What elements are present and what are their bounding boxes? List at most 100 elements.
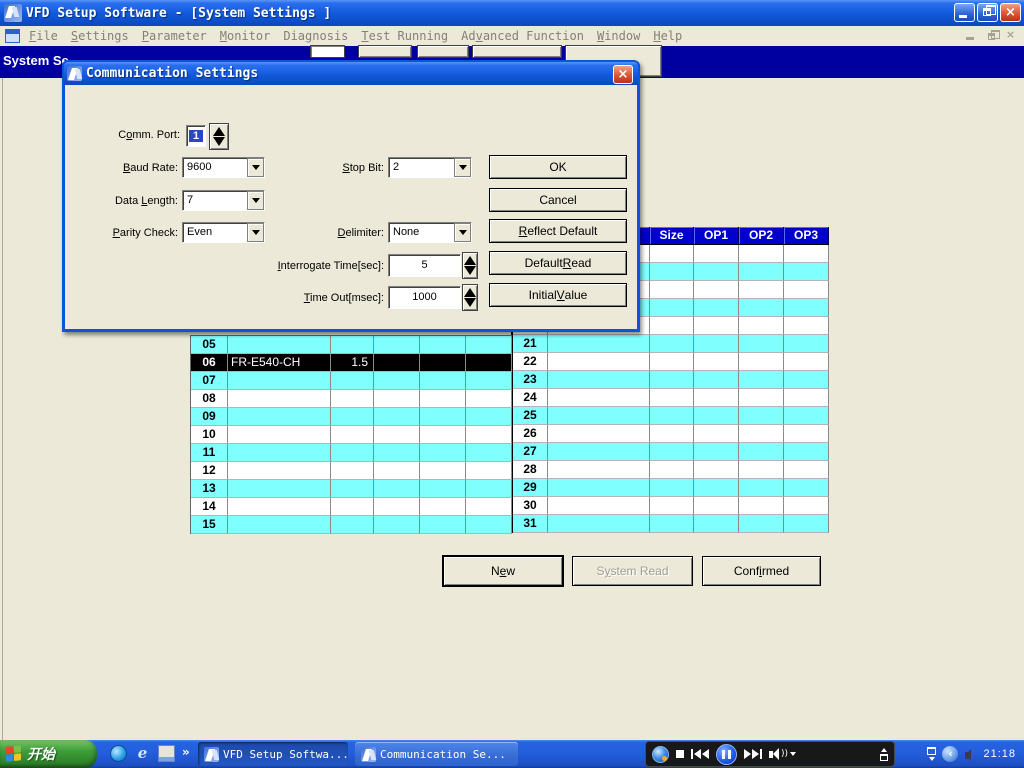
dialog-titlebar[interactable]: Communication Settings bbox=[64, 62, 638, 85]
op-cell[interactable] bbox=[694, 281, 739, 299]
op-cell[interactable] bbox=[739, 443, 784, 461]
size-cell[interactable]: 1.5 bbox=[331, 354, 374, 372]
column-header-op1[interactable]: OP1 bbox=[694, 227, 739, 244]
op-cell[interactable] bbox=[784, 245, 829, 263]
name-cell[interactable] bbox=[228, 462, 331, 480]
size-cell[interactable] bbox=[650, 335, 694, 353]
op-cell[interactable] bbox=[739, 425, 784, 443]
op-cell[interactable] bbox=[420, 516, 466, 534]
ok-button[interactable]: OK bbox=[489, 155, 627, 179]
deck-restore-icon[interactable] bbox=[880, 754, 888, 761]
baud-rate-drop-icon[interactable] bbox=[247, 158, 264, 177]
op-cell[interactable] bbox=[374, 372, 420, 390]
child-system-menu-icon[interactable] bbox=[5, 29, 20, 43]
data-length-drop-icon[interactable] bbox=[247, 191, 264, 210]
system-read-button[interactable]: System Read bbox=[572, 556, 693, 586]
volume-icon[interactable]: )) bbox=[769, 748, 796, 760]
op-cell[interactable] bbox=[739, 353, 784, 371]
name-cell[interactable] bbox=[228, 426, 331, 444]
name-cell[interactable] bbox=[548, 371, 650, 389]
size-cell[interactable] bbox=[650, 479, 694, 497]
parity-check-drop-icon[interactable] bbox=[247, 223, 264, 242]
menu-item-settings[interactable]: Settings bbox=[71, 29, 129, 43]
op-cell[interactable] bbox=[420, 444, 466, 462]
tray-down-icon[interactable] bbox=[929, 757, 935, 761]
size-cell[interactable] bbox=[650, 497, 694, 515]
column-header-op2[interactable]: OP2 bbox=[739, 227, 784, 244]
quicklaunch-ie-icon[interactable]: e bbox=[134, 745, 151, 762]
op-cell[interactable] bbox=[694, 317, 739, 335]
name-cell[interactable] bbox=[548, 515, 650, 533]
time-out-spinner[interactable] bbox=[462, 284, 478, 311]
op-cell[interactable] bbox=[784, 281, 829, 299]
op-cell[interactable] bbox=[739, 317, 784, 335]
op-cell[interactable] bbox=[466, 354, 512, 372]
taskbar-item-communication-settings[interactable]: Communication Se... bbox=[355, 742, 518, 766]
menu-item-advanced-function[interactable]: Advanced Function bbox=[461, 29, 584, 43]
size-cell[interactable] bbox=[650, 371, 694, 389]
size-cell[interactable] bbox=[650, 425, 694, 443]
op-cell[interactable] bbox=[374, 426, 420, 444]
new-button[interactable]: New bbox=[443, 556, 563, 586]
name-cell[interactable] bbox=[548, 425, 650, 443]
menu-item-parameter[interactable]: Parameter bbox=[142, 29, 207, 43]
default-read-button[interactable]: Default Read bbox=[489, 251, 627, 275]
op-cell[interactable] bbox=[694, 425, 739, 443]
op-cell[interactable] bbox=[420, 372, 466, 390]
op-cell[interactable] bbox=[694, 353, 739, 371]
op-cell[interactable] bbox=[739, 389, 784, 407]
name-cell[interactable] bbox=[228, 336, 331, 354]
op-cell[interactable] bbox=[374, 498, 420, 516]
op-cell[interactable] bbox=[784, 317, 829, 335]
op-cell[interactable] bbox=[784, 371, 829, 389]
op-cell[interactable] bbox=[694, 299, 739, 317]
previous-icon[interactable] bbox=[691, 749, 709, 759]
op-cell[interactable] bbox=[784, 299, 829, 317]
op-cell[interactable] bbox=[420, 354, 466, 372]
op-cell[interactable] bbox=[694, 407, 739, 425]
next-icon[interactable] bbox=[744, 749, 762, 759]
name-cell[interactable] bbox=[228, 498, 331, 516]
name-cell[interactable] bbox=[548, 353, 650, 371]
size-cell[interactable] bbox=[331, 336, 374, 354]
name-cell[interactable] bbox=[548, 389, 650, 407]
op-cell[interactable] bbox=[694, 461, 739, 479]
stop-icon[interactable] bbox=[676, 750, 684, 758]
size-cell[interactable] bbox=[650, 515, 694, 533]
op-cell[interactable] bbox=[784, 515, 829, 533]
op-cell[interactable] bbox=[784, 335, 829, 353]
name-cell[interactable] bbox=[548, 497, 650, 515]
size-cell[interactable] bbox=[331, 408, 374, 426]
size-cell[interactable] bbox=[331, 498, 374, 516]
column-header-op3[interactable]: OP3 bbox=[784, 227, 829, 244]
op-cell[interactable] bbox=[374, 444, 420, 462]
menu-item-test-running[interactable]: Test Running bbox=[361, 29, 448, 43]
op-cell[interactable] bbox=[694, 389, 739, 407]
stop-bit-drop-icon[interactable] bbox=[454, 158, 471, 177]
op-cell[interactable] bbox=[694, 371, 739, 389]
child-restore-button[interactable] bbox=[983, 29, 998, 42]
interrogate-time-spinner[interactable] bbox=[462, 252, 478, 279]
name-cell[interactable] bbox=[548, 479, 650, 497]
size-cell[interactable] bbox=[650, 317, 694, 335]
name-cell[interactable] bbox=[228, 390, 331, 408]
size-cell[interactable] bbox=[650, 299, 694, 317]
op-cell[interactable] bbox=[694, 263, 739, 281]
toolbar-button-remnant[interactable] bbox=[358, 45, 412, 58]
size-cell[interactable] bbox=[650, 281, 694, 299]
op-cell[interactable] bbox=[739, 461, 784, 479]
op-cell[interactable] bbox=[466, 426, 512, 444]
size-cell[interactable] bbox=[331, 390, 374, 408]
op-cell[interactable] bbox=[784, 425, 829, 443]
taskbar-item-vfd-setup[interactable]: VFD Setup Softwa... bbox=[198, 742, 348, 766]
child-close-button[interactable]: × bbox=[1003, 29, 1018, 42]
size-cell[interactable] bbox=[650, 353, 694, 371]
op-cell[interactable] bbox=[784, 353, 829, 371]
op-cell[interactable] bbox=[374, 462, 420, 480]
comm-port-spinner[interactable] bbox=[209, 123, 229, 150]
name-cell[interactable] bbox=[228, 372, 331, 390]
media-player-icon[interactable] bbox=[652, 746, 669, 763]
op-cell[interactable] bbox=[466, 444, 512, 462]
size-cell[interactable] bbox=[650, 407, 694, 425]
deck-up-icon[interactable] bbox=[881, 748, 887, 752]
